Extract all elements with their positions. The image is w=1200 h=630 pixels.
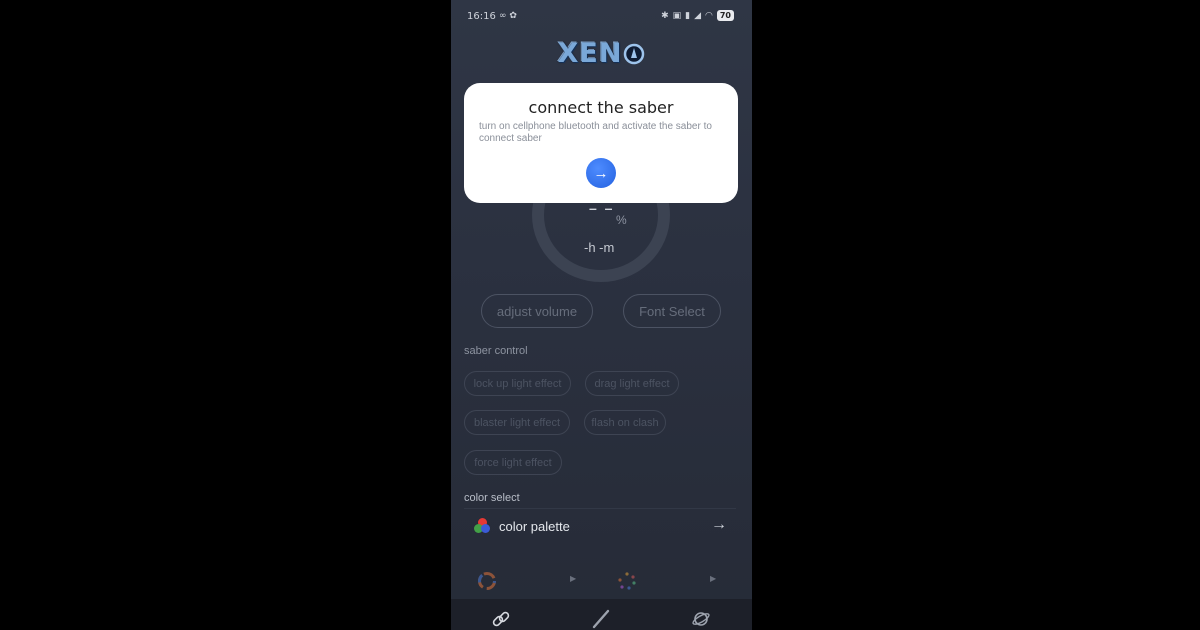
logo-text: XEN [557,38,623,69]
planet-icon[interactable] [691,609,711,629]
arrow-right-icon: → [593,164,609,182]
wifi-icon: ◠ [705,10,713,21]
connect-next-button[interactable]: → [586,158,616,188]
flash-on-clash-button[interactable]: flash on clash [584,410,666,435]
signal-icon: ◢ [694,10,701,21]
saber-icon[interactable] [591,609,611,629]
sparkle-effect-icon[interactable] [617,571,637,591]
status-icons: ✱ ▣ ▮ ◢ ◠ 70 [661,10,734,21]
dialog-message: turn on cellphone bluetooth and activate… [479,121,712,144]
color-wheel-icon[interactable] [477,571,497,591]
xeno-logo: XEN [451,38,752,69]
notification-icons: ∞ ✿ [499,11,517,21]
lock-up-light-effect-button[interactable]: lock up light effect [464,371,571,396]
force-light-effect-button[interactable]: force light effect [464,450,562,475]
status-bar: 16:16 ∞ ✿ ✱ ▣ ▮ ◢ ◠ 70 [451,0,752,32]
saber-control-label: saber control [464,345,528,357]
play-icon[interactable]: ▶ [710,574,716,583]
connect-saber-dialog: connect the saber turn on cellphone blue… [464,83,738,203]
drag-light-effect-button[interactable]: drag light effect [585,371,679,396]
battery-level: 70 [716,10,734,21]
gauge-unit: % [616,213,627,227]
color-palette-label: color palette [499,519,570,534]
color-palette-icon [474,518,490,534]
link-icon[interactable] [491,609,511,629]
arrow-right-icon[interactable]: → [711,516,727,534]
dialog-title: connect the saber [528,98,674,117]
color-select-label: color select [464,492,520,504]
blaster-light-effect-button[interactable]: blaster light effect [464,410,570,435]
logo-emblem-icon [624,43,645,65]
status-time: 16:16 [467,11,496,22]
play-icon[interactable]: ▶ [570,574,576,583]
sim-icon: ▮ [685,10,691,21]
adjust-volume-button[interactable]: adjust volume [481,294,593,328]
gauge-time: -h -m [584,240,615,255]
nfc-icon: ▣ [672,10,682,21]
font-select-button[interactable]: Font Select [623,294,721,328]
bluetooth-icon: ✱ [661,10,669,21]
